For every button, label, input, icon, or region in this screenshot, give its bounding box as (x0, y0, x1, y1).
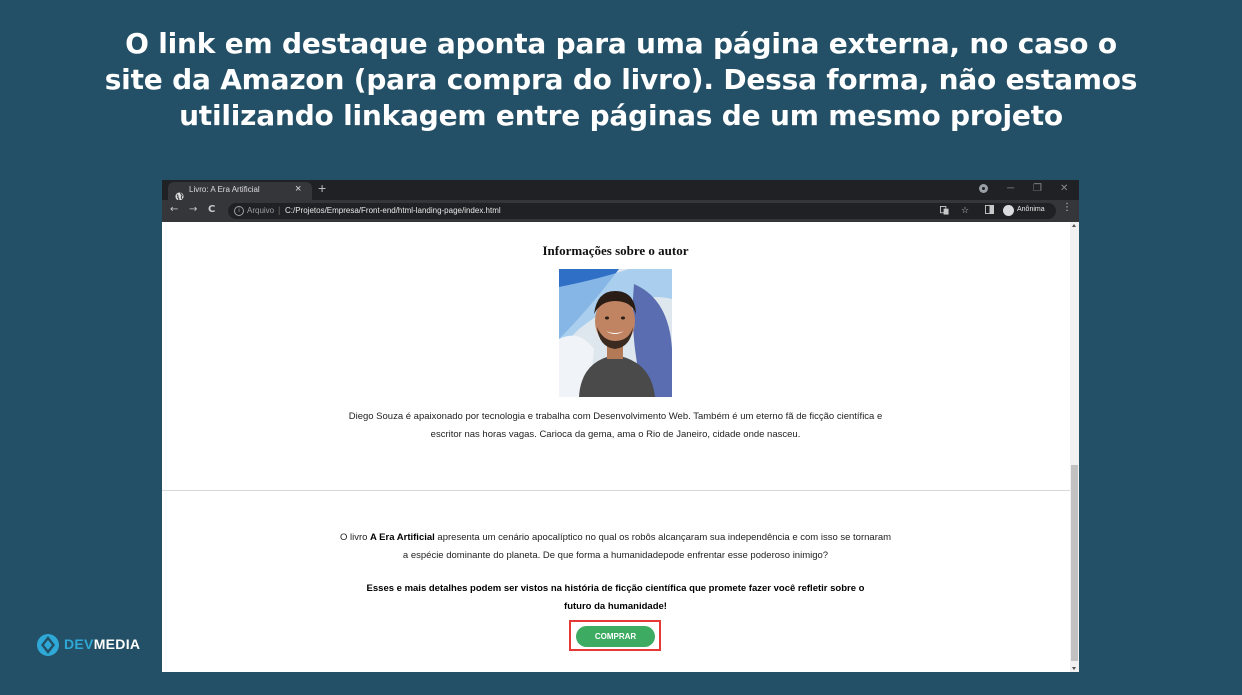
info-icon[interactable]: i (234, 206, 244, 216)
author-photo (559, 269, 672, 397)
slide-title-line: site da Amazon (para compra do livro). D… (104, 63, 1138, 96)
maximize-button[interactable]: ❐ (1033, 183, 1042, 194)
scroll-up-icon[interactable] (1072, 224, 1076, 227)
book-description: O livro A Era Artificial apresenta um ce… (322, 529, 909, 565)
book-title: A Era Artificial (370, 532, 435, 543)
slide-title-line: O link em destaque aponta para uma págin… (125, 27, 1117, 60)
tab-livro[interactable]: Livro: A Era Artificial × (168, 182, 312, 201)
forward-button[interactable]: → (189, 204, 197, 215)
address-bar[interactable]: i Arquivo | C:/Projetos/Empresa/Front-en… (228, 203, 1056, 219)
book-description-line: O livro A Era Artificial apresenta um ce… (322, 529, 909, 547)
security-label: Arquivo (247, 206, 275, 215)
browser-window: Livro: A Era Artificial × + ─ ❐ ✕ ← → C … (162, 180, 1079, 672)
book-description-line: a espécie dominante do planeta. De que f… (402, 550, 829, 561)
book-cta-line: futuro da humanidade! (564, 601, 667, 612)
logo-media: MEDIA (93, 636, 141, 652)
author-bio: Diego Souza é apaixonado por tecnologia … (332, 408, 899, 444)
back-button[interactable]: ← (170, 204, 178, 215)
browser-menu-icon[interactable]: ⋮ (1062, 202, 1072, 213)
bookmark-star-icon[interactable]: ☆ (961, 206, 969, 216)
book-cta-line: Esses e mais detalhes podem ser vistos n… (366, 583, 865, 594)
book-desc-prefix: O livro (339, 532, 371, 543)
devmedia-logo-icon (36, 633, 60, 661)
author-bio-line: escritor nas horas vagas. Carioca da gem… (430, 429, 801, 440)
tab-search-icon[interactable] (979, 184, 988, 193)
tab-bar: Livro: A Era Artificial × + ─ ❐ ✕ (162, 180, 1079, 201)
tab-title: Livro: A Era Artificial (189, 185, 260, 194)
page-viewport: Informações sobre o autor Diego Souza é … (162, 222, 1079, 672)
book-desc-suffix: apresenta um cenário apocalíptico no qua… (434, 532, 892, 543)
slide-title-line: utilizando linkagem entre páginas de um … (179, 99, 1063, 132)
translate-icon[interactable] (940, 206, 949, 218)
section-divider (162, 490, 1070, 491)
url-text[interactable]: C:/Projetos/Empresa/Front-end/html-landi… (285, 206, 501, 215)
author-bio-line: Diego Souza é apaixonado por tecnologia … (348, 411, 883, 422)
tab-close-icon[interactable]: × (295, 183, 301, 195)
address-separator: | (278, 205, 281, 215)
author-heading: Informações sobre o autor (542, 243, 689, 258)
minimize-button[interactable]: ─ (1007, 183, 1014, 194)
scroll-thumb[interactable] (1071, 465, 1078, 661)
scroll-down-icon[interactable] (1072, 667, 1076, 670)
incognito-avatar-icon (1003, 205, 1014, 216)
new-tab-button[interactable]: + (318, 180, 326, 196)
browser-toolbar: ← → C i Arquivo | C:/Projetos/Empresa/Fr… (162, 200, 1079, 222)
side-panel-icon[interactable] (985, 205, 994, 217)
reload-button[interactable]: C (208, 204, 215, 215)
profile-label: Anônima (1017, 206, 1045, 213)
page-scrollbar[interactable] (1070, 222, 1079, 672)
profile-button[interactable]: Anônima (1000, 203, 1054, 218)
buy-button[interactable]: COMPRAR (576, 626, 655, 647)
close-window-button[interactable]: ✕ (1060, 183, 1068, 194)
devmedia-logo-text: DEVMEDIA (64, 636, 140, 652)
book-cta-text: Esses e mais detalhes podem ser vistos n… (322, 580, 909, 616)
slide-title: O link em destaque aponta para uma págin… (60, 26, 1182, 134)
logo-dev: DEV (64, 636, 94, 652)
